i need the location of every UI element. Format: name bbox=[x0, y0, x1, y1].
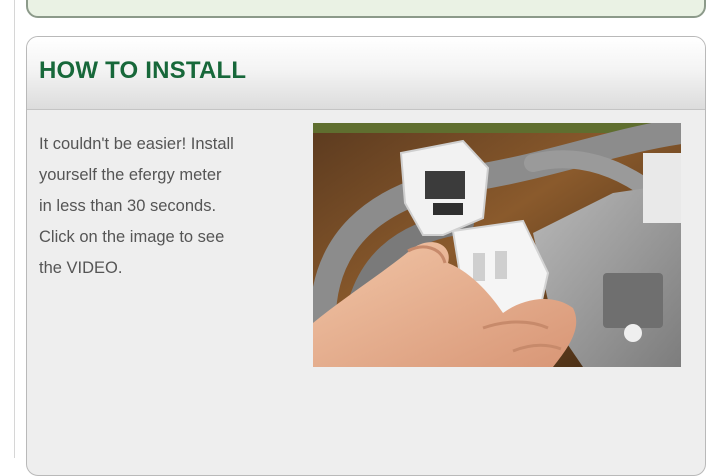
panel-title: HOW TO INSTALL bbox=[39, 57, 247, 84]
install-video-thumbnail[interactable] bbox=[313, 123, 681, 367]
previous-panel-bottom-edge bbox=[26, 0, 706, 18]
description-line: in less than 30 seconds. bbox=[39, 197, 217, 215]
page-left-border bbox=[0, 0, 15, 458]
description-line: the VIDEO. bbox=[39, 259, 123, 277]
description-line: yourself the efergy meter bbox=[39, 166, 222, 184]
install-description: It couldn't be easier! Install yourself … bbox=[39, 129, 309, 284]
description-line: Click on the image to see bbox=[39, 228, 225, 246]
description-line: It couldn't be easier! Install bbox=[39, 135, 234, 153]
how-to-install-panel: HOW TO INSTALL It couldn't be easier! In… bbox=[26, 36, 706, 476]
panel-header: HOW TO INSTALL bbox=[27, 37, 705, 110]
